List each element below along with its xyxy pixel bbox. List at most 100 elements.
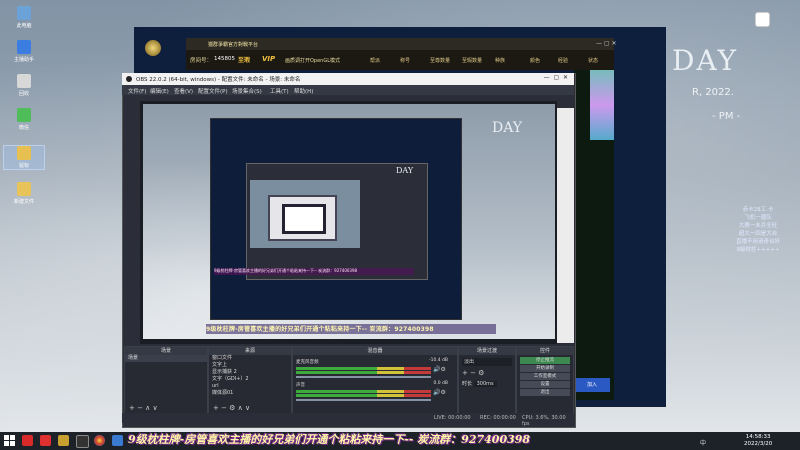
taskbar-app-icon[interactable]: [58, 435, 69, 446]
menu-edit[interactable]: 编辑(E): [150, 87, 169, 95]
taskbar-app-icon[interactable]: [22, 435, 33, 446]
taskbar-app-icon[interactable]: [40, 435, 51, 446]
platform-window-controls[interactable]: — ▢ ✕: [596, 40, 617, 47]
side-text-line: 直播不用请奇台好: [735, 239, 780, 245]
source-item[interactable]: 文字（GDI+）2: [209, 376, 291, 383]
sources-dock-title: 来源: [209, 347, 291, 355]
source-item[interactable]: url: [209, 383, 291, 390]
source-item[interactable]: 媒体源01: [209, 390, 291, 397]
settings-button[interactable]: 设置: [520, 381, 570, 388]
nested-banner: 9级枕柱牌-房管喜欢主播的好兄弟们开通个粘粘来持一下-- 炭流群：9274003…: [214, 268, 414, 275]
transitions-dock-title: 场景过渡: [459, 347, 515, 355]
platform-menu-item[interactable]: 称号: [400, 57, 410, 64]
channel-name: 麦克风音频: [296, 360, 319, 365]
mixer-settings-icon[interactable]: 🔊⚙: [433, 366, 446, 373]
live-status: LIVE: 00:00:00: [434, 415, 471, 421]
platform-menu-item[interactable]: 经验: [558, 57, 568, 64]
desktop-icon-helper[interactable]: 主播助手: [4, 40, 44, 63]
volume-meter: [296, 394, 431, 397]
desktop-icon-computer[interactable]: 此电脑: [4, 6, 44, 29]
menu-file[interactable]: 文件(F): [128, 87, 146, 95]
clock-date: 2022/3/20: [744, 441, 773, 447]
poster-title: DAY: [672, 44, 739, 77]
volume-meter: [296, 371, 431, 374]
platform-menu-item[interactable]: 至瑕数量: [462, 57, 482, 64]
exit-button[interactable]: 退出: [520, 389, 570, 396]
transition-select[interactable]: 淡出: [462, 358, 512, 366]
volume-slider[interactable]: [296, 376, 431, 378]
opengl-toggle[interactable]: 画质调打开OpenGL模式: [285, 57, 340, 64]
folder-icon: [17, 146, 31, 160]
room-label: 房间号：: [190, 58, 213, 64]
platform-menu-item[interactable]: 种族: [495, 57, 505, 64]
platform-menu-item[interactable]: 帮派: [370, 57, 380, 64]
desktop-icon-label: 微信: [18, 125, 29, 131]
platform-logo: [145, 40, 161, 56]
folder-icon: [17, 182, 31, 196]
platform-menu-item[interactable]: 至尊数量: [430, 57, 450, 64]
desktop-icon-recycle[interactable]: 回收: [4, 74, 44, 97]
app-icon: [17, 40, 31, 54]
side-text-line: 大赛一未兵全旺: [738, 223, 778, 229]
obs-window-controls[interactable]: — ▢ ✕: [544, 74, 568, 81]
poster-pm: - PM -: [712, 111, 741, 122]
taskbar-app-icon[interactable]: [112, 435, 123, 446]
mixer-settings-icon[interactable]: 🔊⚙: [433, 389, 446, 396]
menu-help[interactable]: 帮助(H): [294, 87, 313, 95]
computer-icon: [17, 6, 31, 20]
menu-view[interactable]: 查看(V): [174, 87, 193, 95]
platform-title: 獵群爭霸官方對戰平台: [208, 42, 259, 48]
taskbar-clock[interactable]: 14:58:33 2022/3/20: [744, 434, 772, 448]
menu-profile[interactable]: 配置文件(P): [198, 87, 228, 95]
desktop-icon-mouse[interactable]: 鼠标: [3, 145, 45, 170]
badge-vip: VIP: [262, 55, 276, 63]
side-text-line: 8級枕柱+++++: [736, 247, 780, 253]
scenes-dock-buttons[interactable]: + − ∧ ∨: [129, 404, 158, 412]
channel-name: 声音: [296, 383, 305, 388]
menu-tools[interactable]: 工具(T): [270, 87, 289, 95]
platform-menu-item[interactable]: 颜色: [530, 57, 540, 64]
tray-language[interactable]: 中: [700, 438, 706, 447]
clock-time: 14:58:33: [745, 434, 771, 440]
start-button[interactable]: [4, 435, 16, 447]
transition-buttons[interactable]: + − ⚙: [462, 369, 512, 377]
room-number: 145805: [214, 56, 235, 62]
controls-dock: 控件 停止推流 开始录制 工作室模式 设置 退出: [516, 346, 574, 414]
obs-titlebar: OBS 22.0.2 (64-bit, windows) - 配置文件: 未命名…: [122, 73, 574, 85]
controls-dock-title: 控件: [517, 347, 573, 355]
preview-poster-title: DAY: [492, 120, 523, 136]
transitions-dock: 场景过渡 淡出 + − ⚙ 时长 300ms: [458, 346, 516, 414]
chrome-icon[interactable]: [94, 435, 105, 446]
source-item[interactable]: 窗口文件: [209, 355, 291, 362]
source-item[interactable]: 文字上: [209, 362, 291, 369]
source-item[interactable]: 显示捕获 2: [209, 369, 291, 376]
recycle-bin-icon: [17, 74, 31, 88]
start-recording-button[interactable]: 开始录制: [520, 365, 570, 372]
desktop-icon-label: 此电脑: [16, 23, 32, 29]
menu-scene-collection[interactable]: 场景集合(S): [232, 87, 262, 95]
desktop-icon-label: 主播助手: [13, 57, 34, 63]
duration-label: 时长: [462, 381, 473, 387]
scene-item[interactable]: 场景: [125, 355, 207, 362]
studio-mode-button[interactable]: 工作室模式: [520, 373, 570, 380]
platform-menu-item[interactable]: 状态: [588, 57, 598, 64]
stop-streaming-button[interactable]: 停止推流: [520, 357, 570, 364]
wechat-icon: [17, 108, 31, 122]
desktop-icon-newfile[interactable]: 新建文件: [4, 182, 44, 205]
side-text-line: 飞机一疆队: [744, 215, 772, 221]
sources-dock: 来源 窗口文件 文字上 显示捕获 2 文字（GDI+）2 url 媒体源01 +…: [208, 346, 292, 414]
join-button[interactable]: 加入: [574, 378, 610, 392]
cpu-status: CPU: 3.6%, 30.00 fps: [522, 415, 566, 427]
desktop-icon-label: 回收: [18, 91, 29, 97]
duration-input[interactable]: 300ms: [473, 381, 497, 387]
nested-poster-title: DAY: [396, 166, 414, 175]
preview-banner: 9级枕柱牌-房管喜欢主播的好兄弟们开通个粘粘来持一下-- 炭流群：9274003…: [206, 324, 496, 334]
volume-slider[interactable]: [296, 399, 431, 401]
sources-dock-buttons[interactable]: + − ⚙ ∧ ∨: [213, 404, 250, 412]
avatar: [755, 12, 770, 27]
desktop-icon-wechat[interactable]: 微信: [4, 108, 44, 131]
mixer-dock-title: 混音器: [293, 347, 457, 355]
taskbar-app-icon[interactable]: [76, 435, 89, 448]
volume-meter: [296, 390, 431, 393]
desktop-icon-label: 新建文件: [13, 199, 34, 205]
